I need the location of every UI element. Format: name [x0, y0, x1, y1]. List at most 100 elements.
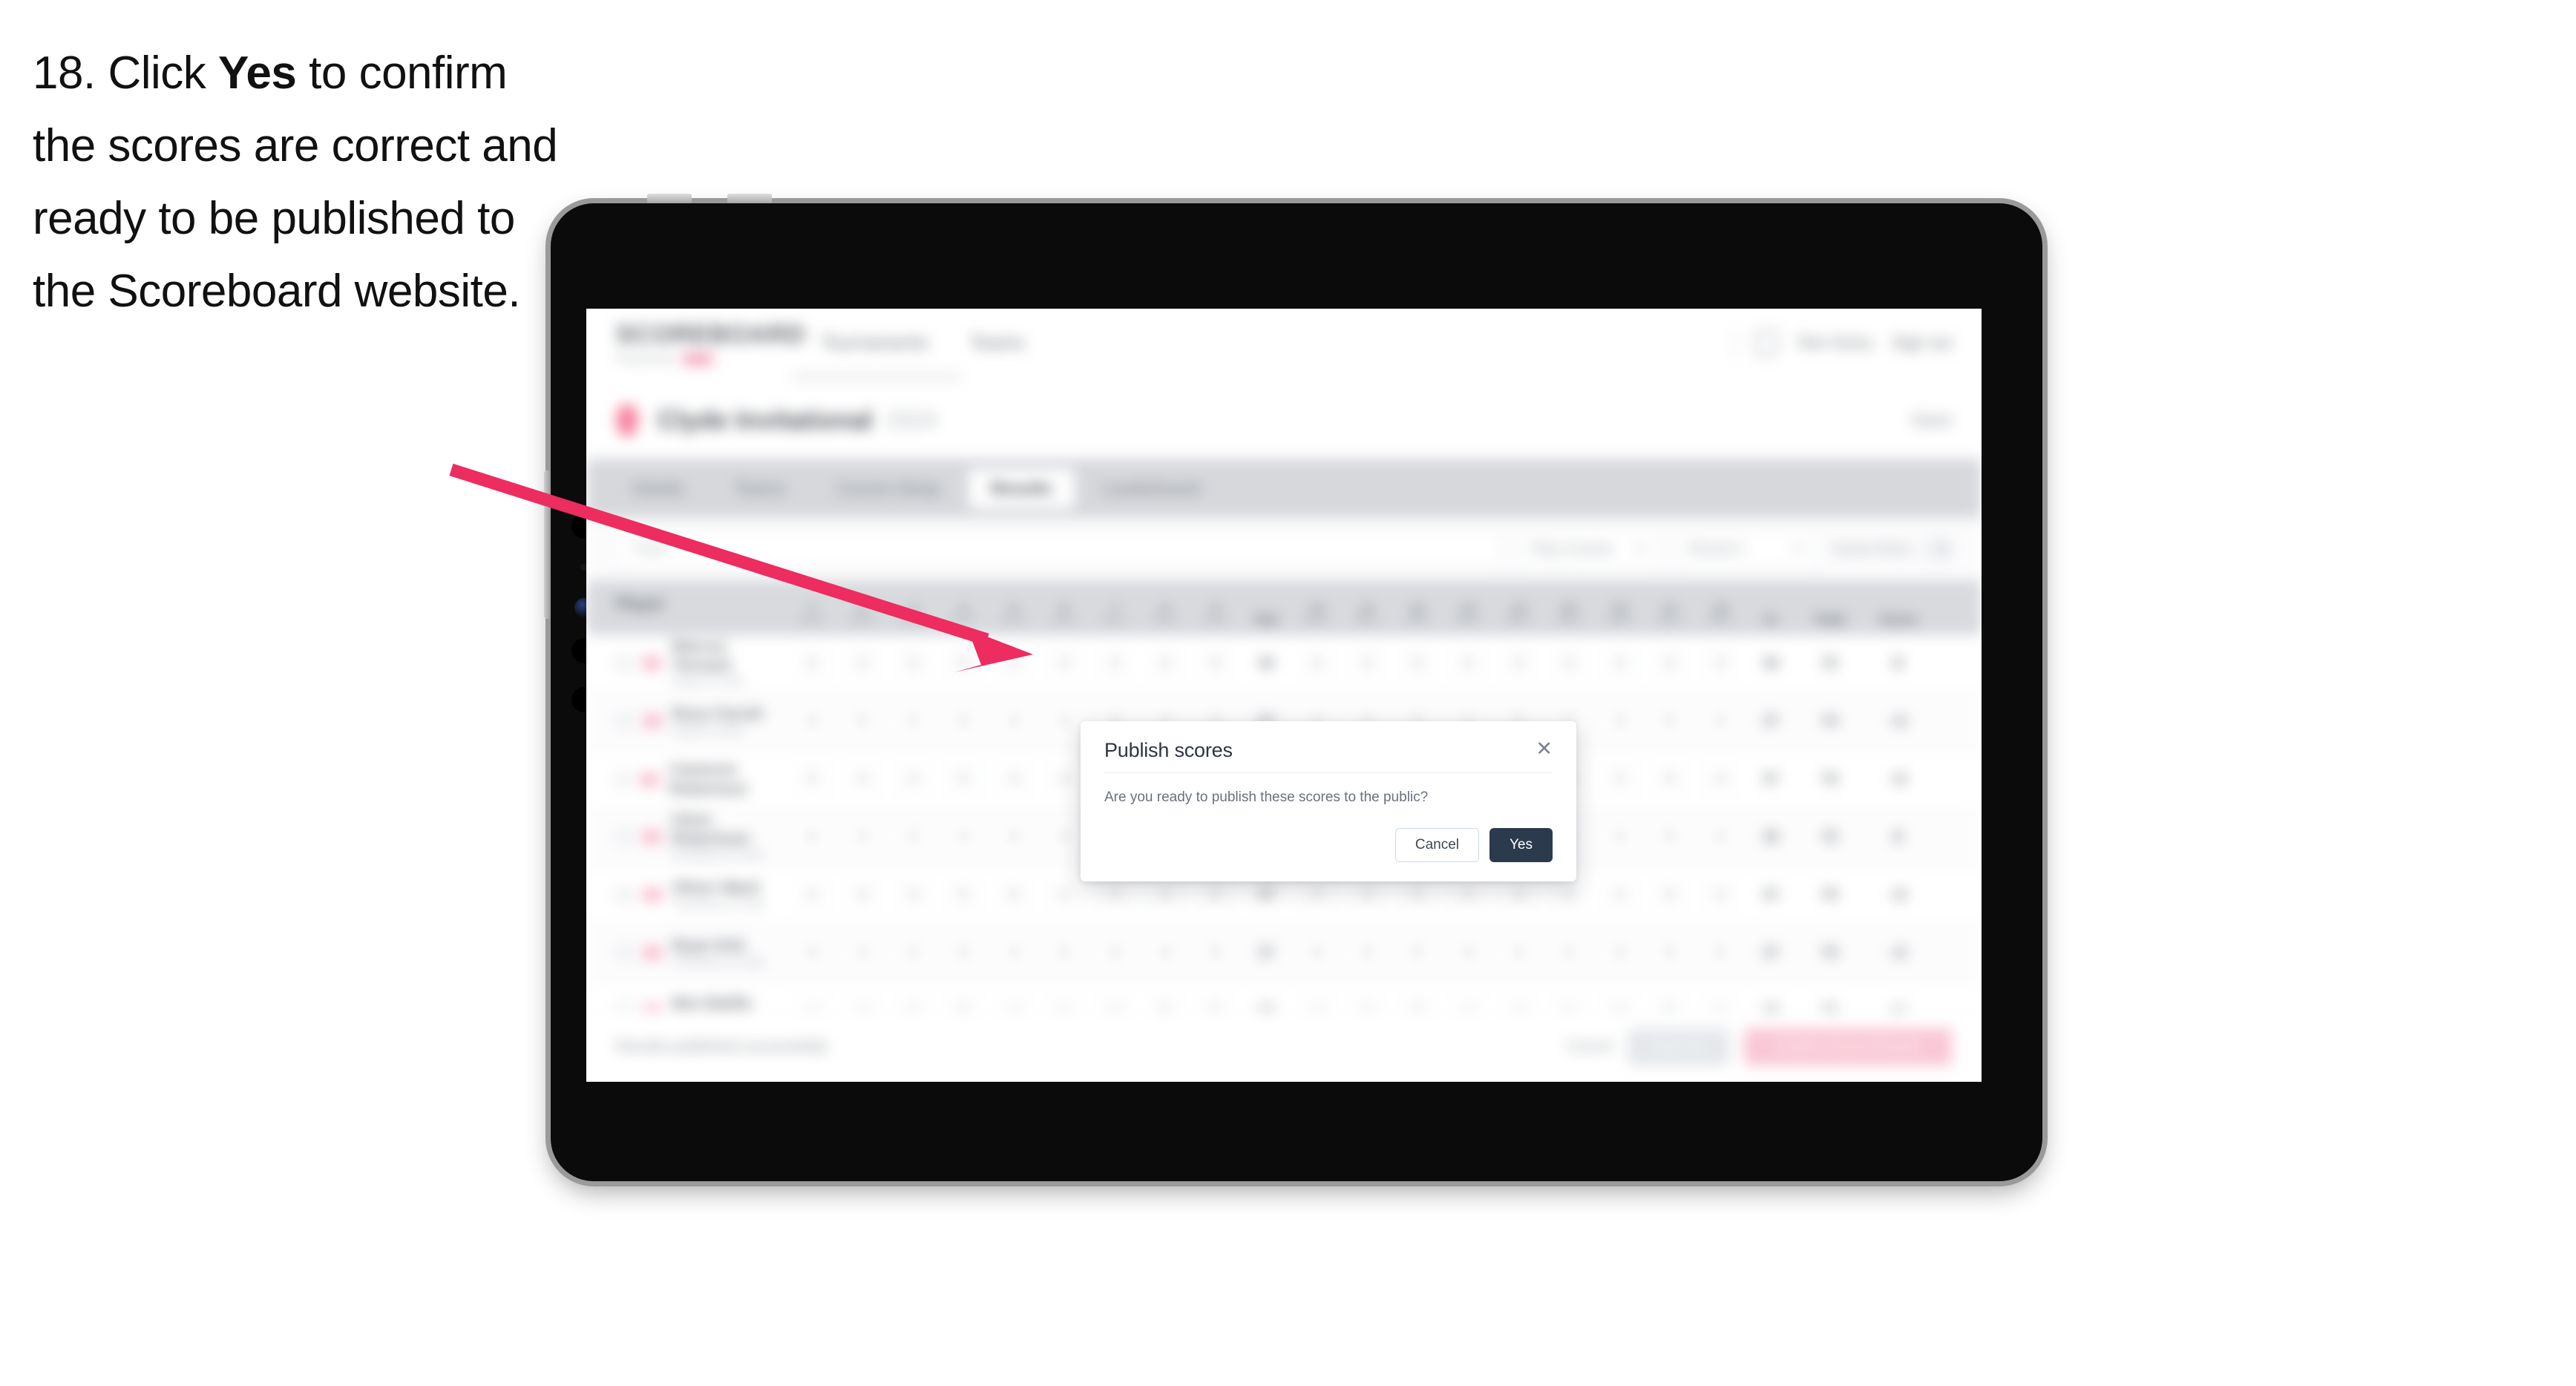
score-cell[interactable]: 3 [1089, 649, 1140, 678]
score-cell[interactable]: 4 [837, 823, 888, 852]
course-dropdown[interactable]: Play Course [1518, 531, 1659, 568]
score-cell[interactable]: 5 [938, 881, 989, 910]
score-cell[interactable]: 3 [888, 649, 938, 678]
header-user-name[interactable]: Tom Gorry [1797, 333, 1873, 352]
score-cell[interactable]: 5 [1645, 707, 1695, 736]
score-cell[interactable]: 5 [938, 939, 989, 968]
score-cell[interactable]: 5 [1645, 881, 1695, 910]
score-entry-toggle[interactable]: Score Entry [1833, 540, 1952, 558]
score-cell[interactable]: 3 [1594, 765, 1645, 794]
row-checkbox[interactable] [616, 771, 630, 788]
score-cell[interactable]: 5 [1190, 881, 1241, 910]
score-cell[interactable]: 5 [1392, 649, 1443, 678]
score-cell[interactable]: 4 [1039, 649, 1089, 678]
save-all-button[interactable]: Save All [1628, 1028, 1729, 1065]
nav-item-teams[interactable]: Teams [970, 332, 1025, 354]
score-cell[interactable]: 3 [888, 939, 938, 968]
score-cell[interactable]: 4 [989, 707, 1039, 736]
score-cell[interactable]: 4 [787, 881, 837, 910]
score-cell[interactable]: 3 [1089, 939, 1140, 968]
row-checkbox[interactable] [616, 655, 632, 672]
score-cell[interactable]: 4 [1544, 881, 1594, 910]
score-cell[interactable]: 4 [837, 649, 888, 678]
score-cell[interactable]: 4 [787, 649, 837, 678]
toggle-switch-icon[interactable] [1919, 540, 1952, 558]
sign-out-link[interactable]: Sign out [1892, 333, 1952, 352]
score-cell[interactable]: 5 [938, 707, 989, 736]
score-cell[interactable]: 3 [888, 823, 938, 852]
score-cell[interactable]: 5 [837, 707, 888, 736]
score-cell[interactable]: 3 [1594, 939, 1645, 968]
score-cell[interactable]: 4 [1443, 939, 1493, 968]
score-cell[interactable]: 4 [1695, 707, 1746, 736]
score-cell[interactable]: 5 [1392, 881, 1443, 910]
score-cell[interactable]: 4 [1291, 881, 1342, 910]
score-cell[interactable]: 4 [787, 939, 837, 968]
score-cell[interactable]: 4 [1140, 881, 1190, 910]
score-cell[interactable]: 4 [1544, 649, 1594, 678]
close-icon[interactable]: ✕ [1536, 739, 1553, 759]
score-cell[interactable]: 5 [989, 881, 1039, 910]
score-cell[interactable]: 4 [1140, 939, 1190, 968]
power-button[interactable] [544, 470, 551, 619]
score-cell[interactable]: 4 [1493, 881, 1544, 910]
score-cell[interactable]: 3 [888, 765, 938, 794]
publish-round-results-button[interactable]: Publish Round Results [1743, 1028, 1952, 1065]
score-cell[interactable]: 4 [989, 649, 1039, 678]
score-cell[interactable]: 4 [1695, 881, 1746, 910]
score-cell[interactable]: 4 [989, 765, 1039, 794]
tab-results[interactable]: Results [968, 468, 1075, 508]
score-cell[interactable]: 4 [1695, 765, 1746, 794]
score-cell[interactable]: 5 [938, 765, 989, 794]
score-cell[interactable]: 4 [1291, 939, 1342, 968]
score-cell[interactable]: 3 [888, 707, 938, 736]
tab-details[interactable]: Details [610, 469, 707, 508]
score-cell[interactable]: 3 [888, 881, 938, 910]
score-cell[interactable]: 4 [837, 939, 888, 968]
score-cell[interactable]: 5 [1645, 649, 1695, 678]
score-cell[interactable]: 4 [989, 823, 1039, 852]
score-cell[interactable]: 5 [1645, 765, 1695, 794]
score-cell[interactable]: 5 [938, 649, 989, 678]
tab-leaderboard[interactable]: Leaderboard [1081, 469, 1222, 508]
search-input[interactable]: Filter [616, 531, 1502, 568]
score-cell[interactable]: 3 [1342, 649, 1392, 678]
score-cell[interactable]: 4 [837, 881, 888, 910]
round-dropdown[interactable]: Round 1 [1675, 531, 1817, 568]
score-cell[interactable]: 4 [1443, 881, 1493, 910]
score-cell[interactable]: 5 [1190, 649, 1241, 678]
score-cell[interactable]: 5 [1039, 939, 1089, 968]
score-cell[interactable]: 4 [1039, 881, 1089, 910]
score-cell[interactable]: 4 [1493, 939, 1544, 968]
score-cell[interactable]: 3 [1342, 881, 1392, 910]
score-cell[interactable]: 3 [1594, 649, 1645, 678]
score-cell[interactable]: 4 [1140, 649, 1190, 678]
score-cell[interactable]: 5 [1645, 823, 1695, 852]
cancel-button[interactable]: Cancel [1394, 828, 1479, 862]
score-cell[interactable]: 4 [787, 707, 837, 736]
table-row[interactable]: Ryan Kirk Turnberry G Club 4 4 3 5 4 5 3 4 5 37 4 3 5 4… [586, 924, 1982, 982]
score-cell[interactable]: 4 [989, 939, 1039, 968]
score-cell[interactable]: 4 [938, 823, 989, 852]
score-cell[interactable]: 4 [1594, 881, 1645, 910]
app-logo[interactable]: SCOREBOARD Powered by R&A [616, 321, 805, 366]
tab-course-setup[interactable]: Course Setup [813, 469, 963, 508]
score-cell[interactable]: 4 [787, 823, 837, 852]
nav-item-tournaments[interactable]: Tournaments [821, 332, 928, 354]
score-cell[interactable]: 4 [1493, 649, 1544, 678]
row-checkbox[interactable] [616, 829, 632, 846]
volume-up-button[interactable] [647, 194, 692, 203]
score-cell[interactable]: 3 [1594, 707, 1645, 736]
volume-down-button[interactable] [727, 194, 772, 203]
score-cell[interactable]: 4 [837, 765, 888, 794]
score-cell[interactable]: 5 [787, 765, 837, 794]
score-cell[interactable]: 4 [1544, 939, 1594, 968]
score-cell[interactable]: 5 [1392, 939, 1443, 968]
save-button[interactable]: Save [1911, 410, 1952, 431]
row-checkbox[interactable] [616, 945, 632, 962]
score-cell[interactable]: 3 [1089, 881, 1140, 910]
tab-teams[interactable]: Teams [712, 469, 807, 508]
score-cell[interactable]: 3 [1594, 823, 1645, 852]
score-cell[interactable]: 5 [1695, 939, 1746, 968]
bottom-cancel-link[interactable]: Cancel [1567, 1038, 1613, 1055]
